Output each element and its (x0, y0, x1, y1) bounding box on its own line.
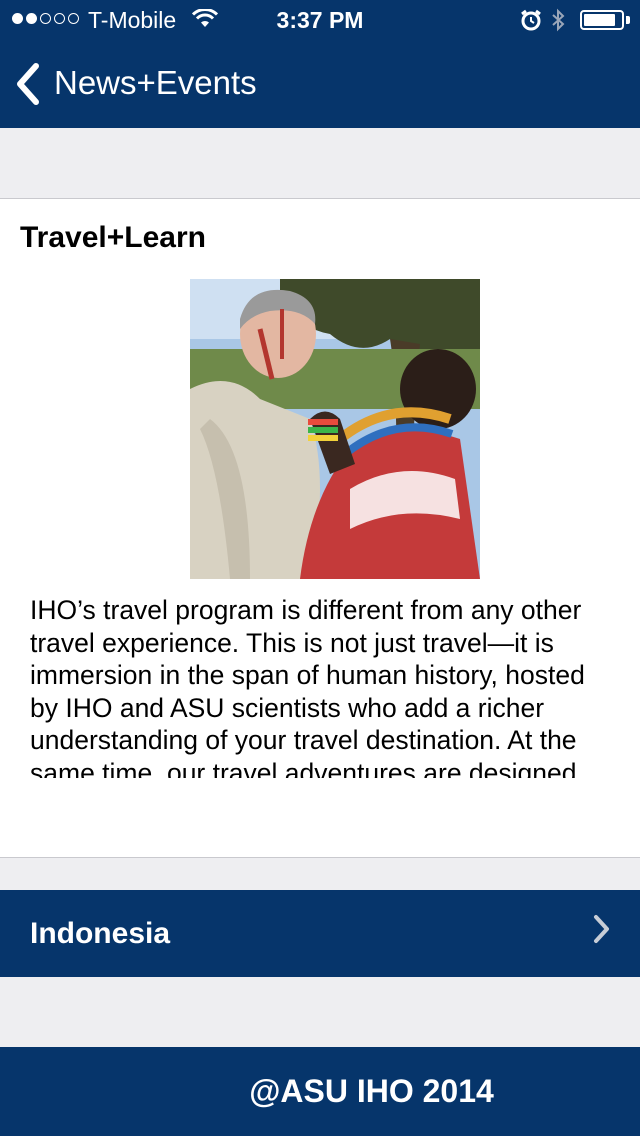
body-line: IHO’s travel program is different from a… (30, 595, 582, 625)
battery-nub (626, 16, 630, 24)
bluetooth-icon (552, 8, 565, 32)
body-line: immersion in the span of human history, … (30, 660, 585, 690)
back-button[interactable]: News+Events (54, 64, 257, 102)
article-photo (190, 279, 480, 579)
article-card: Travel+Learn IHO’s travel program is dif… (0, 198, 640, 858)
list-item-label: Indonesia (30, 917, 171, 950)
top-bar: T-Mobile 3:37 PM News+Events (0, 0, 640, 128)
status-time: 3:37 PM (276, 7, 364, 33)
status-bar: T-Mobile 3:37 PM (0, 0, 640, 40)
body-line: by IHO and ASU scientists who add a rich… (30, 692, 545, 723)
article-title: Travel+Learn (20, 221, 206, 254)
navigation-bar: News+Events (0, 40, 640, 128)
footer-copyright: @ASU IHO 2014 (249, 1073, 494, 1109)
alarm-icon (521, 9, 541, 31)
battery-icon (580, 10, 624, 30)
footer: @ASU IHO 2014 (0, 1047, 640, 1136)
body-line: understanding of your travel destination… (30, 725, 577, 755)
list-item-indonesia[interactable]: Indonesia (0, 890, 640, 977)
article-body: IHO’s travel program is different from a… (30, 594, 640, 778)
body-line: same time, our travel adventures are des… (30, 757, 577, 779)
chevron-left-icon[interactable] (14, 62, 42, 106)
body-line: travel experience. This is not just trav… (30, 627, 554, 658)
chevron-right-icon (594, 915, 609, 943)
